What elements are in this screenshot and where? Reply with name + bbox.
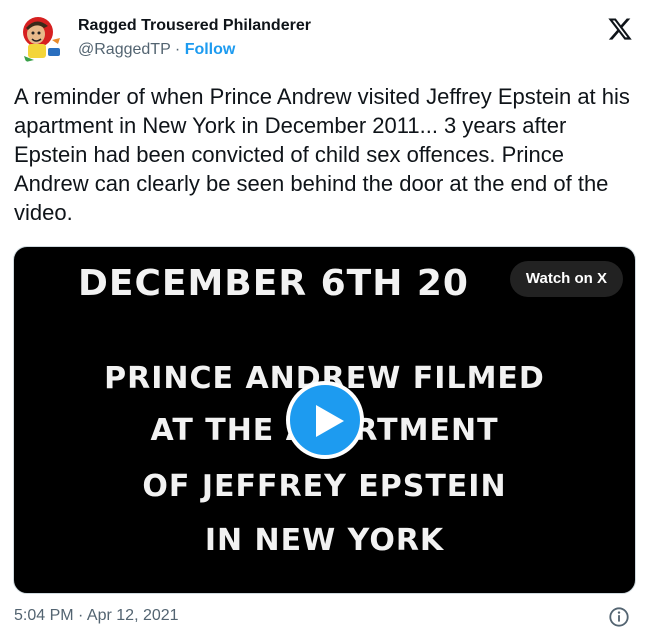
separator-dot: ·: [174, 41, 181, 58]
video-caption-line: OF JEFFREY EPSTEIN: [142, 469, 507, 504]
display-name[interactable]: Ragged Trousered Philanderer: [78, 16, 311, 36]
author-names: Ragged Trousered Philanderer @RaggedTP ·…: [78, 16, 311, 61]
handle-row: @RaggedTP · Follow: [78, 39, 311, 61]
tweet-text: A reminder of when Prince Andrew visited…: [14, 84, 630, 225]
watch-on-x-button[interactable]: Watch on X: [509, 261, 623, 297]
play-icon: [316, 405, 344, 437]
info-icon[interactable]: [608, 606, 630, 628]
video-player[interactable]: DECEMBER 6TH 20 PRINCE ANDREW FILMED AT …: [13, 246, 636, 594]
tweet-header: Ragged Trousered Philanderer @RaggedTP ·…: [14, 8, 636, 68]
follow-button[interactable]: Follow: [185, 41, 236, 58]
avatar-image: [14, 10, 70, 66]
tweet-timestamp[interactable]: 5:04 PM · Apr 12, 2021: [14, 607, 179, 624]
play-button[interactable]: [286, 381, 364, 459]
avatar[interactable]: [14, 10, 70, 66]
video-caption-line: IN NEW YORK: [204, 523, 445, 558]
tweet-footer: 5:04 PM · Apr 12, 2021: [14, 604, 636, 630]
author-handle[interactable]: @RaggedTP: [78, 41, 170, 58]
x-logo-icon[interactable]: [606, 16, 634, 42]
